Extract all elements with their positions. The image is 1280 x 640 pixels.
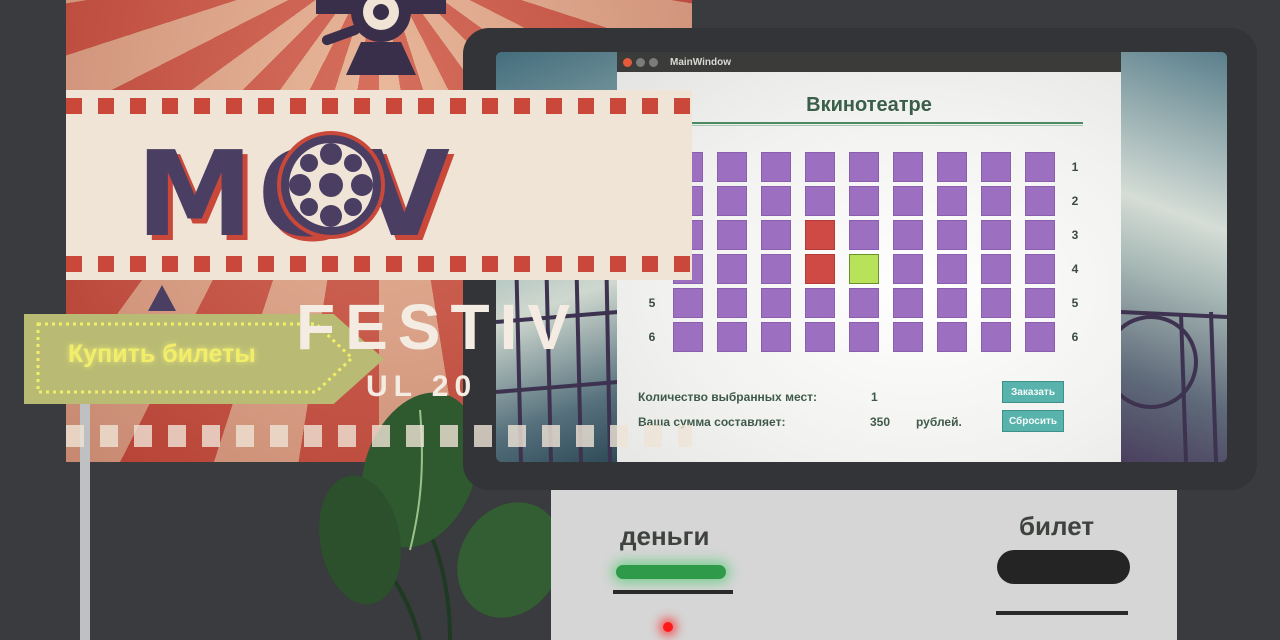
buy-tickets-label[interactable]: Купить билеты xyxy=(68,340,256,369)
seat-free[interactable] xyxy=(937,288,967,318)
film-reel-icon xyxy=(277,131,385,239)
filmstrip-band: MOV xyxy=(66,90,692,280)
window-titlebar[interactable]: MainWindow xyxy=(617,52,1121,72)
seat-free[interactable] xyxy=(937,254,967,284)
row-label-right: 3 xyxy=(1071,228,1079,242)
row-label-right: 1 xyxy=(1071,160,1079,174)
minimize-window-icon[interactable] xyxy=(636,57,645,67)
row-label-right: 4 xyxy=(1071,262,1079,276)
close-window-icon[interactable] xyxy=(623,57,632,67)
reset-button[interactable]: Сбросить xyxy=(1002,410,1064,432)
selected-count-label: Количество выбранных мест: xyxy=(638,390,818,404)
sum-value: 350 xyxy=(870,415,891,429)
seat-free[interactable] xyxy=(1025,152,1055,182)
star-icon xyxy=(148,285,176,311)
seat-free[interactable] xyxy=(981,152,1011,182)
seat-free[interactable] xyxy=(805,288,835,318)
seat-free[interactable] xyxy=(761,152,791,182)
ticket-label: билет xyxy=(1019,511,1095,541)
bicycle-icon xyxy=(1121,310,1227,462)
seat-free[interactable] xyxy=(893,288,923,318)
seat-selected[interactable] xyxy=(849,254,879,284)
seat-free[interactable] xyxy=(1025,186,1055,216)
film-holes-top xyxy=(66,98,692,114)
ticket-slot-line xyxy=(996,611,1128,615)
seat-free[interactable] xyxy=(937,322,967,352)
row-label-left: 5 xyxy=(648,296,656,310)
seat-free[interactable] xyxy=(805,152,835,182)
poster-subtitle: FESTIV xyxy=(296,291,581,363)
seat-free[interactable] xyxy=(981,288,1011,318)
seat-free[interactable] xyxy=(761,288,791,318)
seat-free[interactable] xyxy=(761,186,791,216)
seat-free[interactable] xyxy=(849,186,879,216)
money-label: деньги xyxy=(620,521,710,551)
seat-free[interactable] xyxy=(893,254,923,284)
money-slot-line xyxy=(613,590,733,594)
row-label-right: 6 xyxy=(1071,330,1079,344)
seat-free[interactable] xyxy=(849,152,879,182)
order-button[interactable]: Заказать xyxy=(1002,381,1064,403)
row-label-right: 2 xyxy=(1071,194,1079,208)
seat-free[interactable] xyxy=(717,288,747,318)
page-title: Вкинотеатре xyxy=(806,94,932,116)
seat-free[interactable] xyxy=(981,322,1011,352)
seat-free[interactable] xyxy=(981,254,1011,284)
seat-free[interactable] xyxy=(849,288,879,318)
seat-free[interactable] xyxy=(761,254,791,284)
seat-taken[interactable] xyxy=(805,254,835,284)
seat-free[interactable] xyxy=(761,220,791,250)
seat-free[interactable] xyxy=(1025,288,1055,318)
currency-label: рублей. xyxy=(916,415,962,429)
seat-free[interactable] xyxy=(893,186,923,216)
film-holes-bottom xyxy=(66,256,692,272)
seat-taken[interactable] xyxy=(805,220,835,250)
ticket-slot[interactable] xyxy=(997,550,1130,584)
selected-count-value: 1 xyxy=(871,390,878,404)
money-status-led xyxy=(663,622,673,632)
seat-free[interactable] xyxy=(717,220,747,250)
seat-free[interactable] xyxy=(893,322,923,352)
seat-free[interactable] xyxy=(717,152,747,182)
seat-free[interactable] xyxy=(805,186,835,216)
seat-free[interactable] xyxy=(1025,220,1055,250)
seat-free[interactable] xyxy=(893,152,923,182)
main-window: MainWindow Вкинотеатре Количество выбран… xyxy=(617,52,1121,462)
window-content: Вкинотеатре Количество выбранных мест: 1… xyxy=(617,72,1121,462)
title-divider xyxy=(645,122,1083,126)
film-holes-lower xyxy=(66,425,692,447)
row-label-right: 5 xyxy=(1071,296,1079,310)
seat-free[interactable] xyxy=(981,220,1011,250)
film-projector-icon xyxy=(316,0,446,75)
money-slot[interactable] xyxy=(616,565,726,579)
seat-free[interactable] xyxy=(1025,254,1055,284)
maximize-window-icon[interactable] xyxy=(649,57,658,67)
seat-free[interactable] xyxy=(849,220,879,250)
seat-free[interactable] xyxy=(805,322,835,352)
seat-free[interactable] xyxy=(1025,322,1055,352)
seat-free[interactable] xyxy=(717,186,747,216)
seat-free[interactable] xyxy=(673,322,703,352)
row-label-left: 6 xyxy=(648,330,656,344)
seat-free[interactable] xyxy=(717,254,747,284)
seat-free[interactable] xyxy=(717,322,747,352)
seat-free[interactable] xyxy=(937,152,967,182)
seat-free[interactable] xyxy=(893,220,923,250)
seat-free[interactable] xyxy=(981,186,1011,216)
window-title: MainWindow xyxy=(670,56,732,68)
seat-free[interactable] xyxy=(673,288,703,318)
poster-year: UL 20 xyxy=(366,370,478,403)
seat-free[interactable] xyxy=(761,322,791,352)
seat-free[interactable] xyxy=(937,186,967,216)
seat-free[interactable] xyxy=(849,322,879,352)
seat-free[interactable] xyxy=(937,220,967,250)
